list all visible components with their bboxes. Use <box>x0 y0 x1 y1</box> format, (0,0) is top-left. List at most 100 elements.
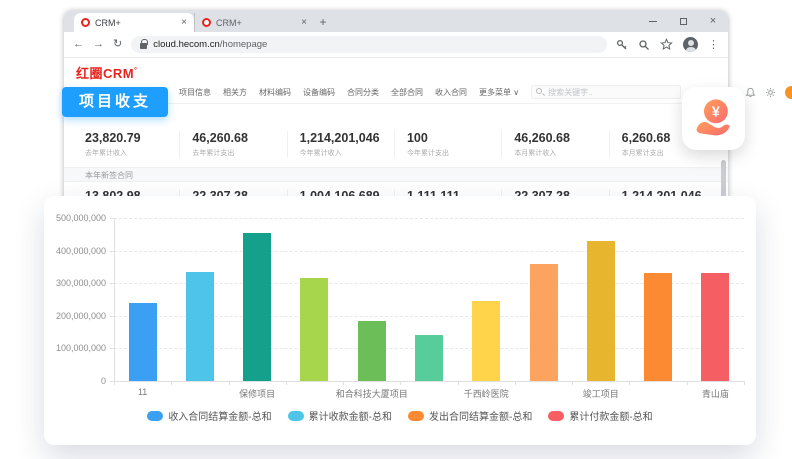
legend-swatch-icon <box>408 411 424 421</box>
y-axis-label: 400,000,000 <box>44 246 106 256</box>
x-axis-tick <box>458 381 459 385</box>
reload-icon[interactable]: ↻ <box>113 39 122 50</box>
bar-4[interactable] <box>300 278 328 381</box>
stat-label: 今年累计支出 <box>407 148 501 158</box>
crm-search-input[interactable] <box>531 85 681 99</box>
stat-value: 46,260.68 <box>192 131 286 145</box>
new-tab-button[interactable]: + <box>314 13 332 31</box>
nav-item[interactable]: 更多菜单 ∨ <box>479 87 519 98</box>
url-path: /homepage <box>220 39 268 50</box>
bell-icon[interactable] <box>745 87 756 98</box>
x-axis-tick <box>629 381 630 385</box>
legend-item[interactable]: 累计收款金额-总和 <box>288 408 392 423</box>
nav-item[interactable]: 项目信息 <box>179 87 211 98</box>
browser-profile-icon[interactable] <box>683 37 698 52</box>
bar-6[interactable] <box>415 335 443 381</box>
tab-title: CRM+ <box>95 18 176 28</box>
browser-tab-active[interactable]: CRM+ × <box>74 13 194 32</box>
url-box[interactable]: cloud.hecom.cn/homepage <box>131 36 607 53</box>
crm-favicon-icon <box>202 18 211 27</box>
stat-label: 去年累计支出 <box>192 148 286 158</box>
forward-icon[interactable]: → <box>93 39 104 50</box>
x-axis-tick <box>400 381 401 385</box>
crm-header: 红圈CRM° <box>64 58 728 85</box>
stat-cell: 100 今年累计支出 <box>394 131 501 158</box>
y-axis-label: 100,000,000 <box>44 343 106 353</box>
x-axis-tick <box>572 381 573 385</box>
nav-item[interactable]: 全部合同 <box>391 87 423 98</box>
crm-logo: 红圈CRM° <box>76 66 137 81</box>
tab-title: CRM+ <box>216 18 296 28</box>
stat-label: 本月累计收入 <box>514 148 608 158</box>
x-axis-tick <box>114 381 115 385</box>
legend-swatch-icon <box>147 411 163 421</box>
desktop-background: CRM+ × CRM+ × + × ← → ↻ cloud.hecom.cn/h… <box>0 0 792 459</box>
url-domain: cloud.hecom.cn <box>153 39 220 50</box>
gear-icon[interactable] <box>765 87 776 98</box>
bar-9[interactable] <box>587 241 615 381</box>
crm-user-avatar[interactable] <box>785 86 792 99</box>
star-icon[interactable] <box>660 38 673 51</box>
stat-label: 去年累计收入 <box>85 148 179 158</box>
x-axis-label: 青山庙 <box>650 387 780 400</box>
legend-item[interactable]: 累计付款金额-总和 <box>548 408 652 423</box>
minimize-button[interactable] <box>638 10 668 32</box>
section-title: 本年新签合同 <box>64 167 728 182</box>
maximize-button[interactable] <box>668 10 698 32</box>
stat-label: 今年累计收入 <box>300 148 394 158</box>
yuan-hand-icon: ¥ <box>693 98 735 140</box>
crm-logo-mark: ° <box>134 68 137 75</box>
nav-item[interactable]: 相关方 <box>223 87 247 98</box>
legend-label: 累计收款金额-总和 <box>309 408 392 423</box>
bar-5[interactable] <box>358 321 386 381</box>
legend-label: 发出合同结算金额-总和 <box>429 408 532 423</box>
bar-8[interactable] <box>530 264 558 381</box>
browser-address-bar: ← → ↻ cloud.hecom.cn/homepage ⋮ <box>64 32 728 58</box>
bar-3[interactable] <box>243 233 271 381</box>
url-text: cloud.hecom.cn/homepage <box>153 39 267 50</box>
legend-label: 累计付款金额-总和 <box>569 408 652 423</box>
window-controls: × <box>638 10 728 32</box>
nav-item[interactable]: 设备编码 <box>303 87 335 98</box>
x-axis-label: 和合科技大厦项目 <box>307 387 437 400</box>
bar-1[interactable] <box>129 303 157 381</box>
y-axis-label: 200,000,000 <box>44 311 106 321</box>
x-axis-label: 千西岭医院 <box>421 387 551 400</box>
close-button[interactable]: × <box>698 10 728 32</box>
legend-swatch-icon <box>548 411 564 421</box>
x-axis-tick <box>687 381 688 385</box>
gridline <box>114 251 744 252</box>
tab-close-icon[interactable]: × <box>301 18 307 28</box>
legend-item[interactable]: 发出合同结算金额-总和 <box>408 408 532 423</box>
back-icon[interactable]: ← <box>73 39 84 50</box>
yuan-symbol: ¥ <box>711 104 719 120</box>
bar-7[interactable] <box>472 301 500 381</box>
bar-2[interactable] <box>186 272 214 381</box>
legend-swatch-icon <box>288 411 304 421</box>
money-icon-card[interactable]: ¥ <box>682 87 745 150</box>
stat-cell: 23,820.79 去年累计收入 <box>64 131 179 158</box>
gridline <box>114 381 744 382</box>
search-icon <box>536 88 542 94</box>
bar-11[interactable] <box>701 273 729 381</box>
nav-item[interactable]: 收入合同 <box>435 87 467 98</box>
key-icon[interactable] <box>616 39 628 51</box>
stat-value: 46,260.68 <box>514 131 608 145</box>
y-axis-label: 500,000,000 <box>44 213 106 223</box>
nav-item[interactable]: 合同分类 <box>347 87 379 98</box>
stat-cell: 1,214,201,046 今年累计收入 <box>287 131 394 158</box>
project-income-expense-badge[interactable]: 项目收支 <box>62 87 168 117</box>
stat-value: 23,820.79 <box>85 131 179 145</box>
crm-search <box>531 85 681 99</box>
tab-close-icon[interactable]: × <box>181 18 187 28</box>
browser-tab-inactive[interactable]: CRM+ × <box>194 13 314 32</box>
chart-legend: 收入合同结算金额-总和 累计收款金额-总和 发出合同结算金额-总和 累计付款金额-总和 <box>44 408 756 423</box>
stat-cell: 46,260.68 本月累计收入 <box>501 131 608 158</box>
legend-item[interactable]: 收入合同结算金额-总和 <box>147 408 271 423</box>
nav-item[interactable]: 材料编码 <box>259 87 291 98</box>
menu-dots-icon[interactable]: ⋮ <box>708 38 719 51</box>
x-axis-tick <box>343 381 344 385</box>
magnifier-icon[interactable] <box>638 39 650 51</box>
bar-10[interactable] <box>644 273 672 381</box>
x-axis-tick <box>286 381 287 385</box>
